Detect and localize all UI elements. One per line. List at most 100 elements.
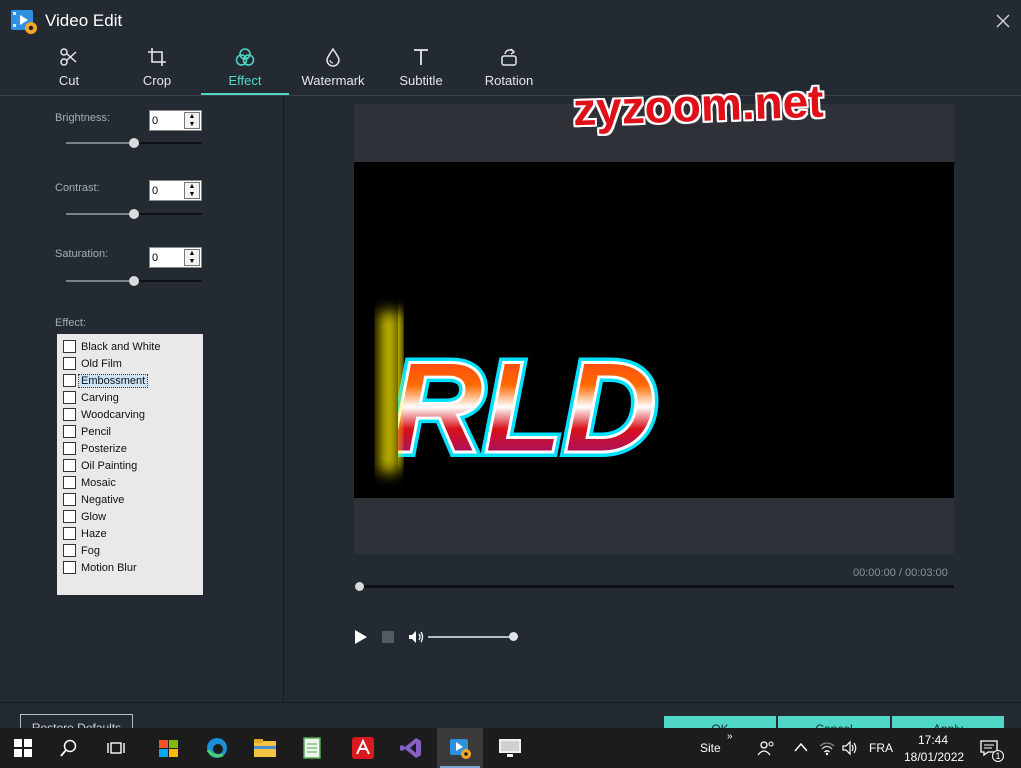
taskbar-app-explorer[interactable] (242, 728, 288, 768)
spin-up-icon[interactable]: ▲ (185, 113, 199, 121)
effect-item-fog[interactable]: Fog (57, 542, 203, 559)
effect-item-label: Posterize (81, 442, 127, 455)
volume-icon[interactable] (408, 630, 426, 644)
tab-rotation[interactable]: Rotation (465, 42, 553, 95)
effect-item-label: Haze (81, 527, 107, 540)
effect-item-carving[interactable]: Carving (57, 389, 203, 406)
saturation-slider[interactable] (66, 275, 202, 287)
chevron-up-icon[interactable] (794, 742, 808, 752)
brightness-spin-arrows[interactable]: ▲ ▼ (184, 112, 200, 129)
effect-item-oil-painting[interactable]: Oil Painting (57, 457, 203, 474)
clock-date[interactable]: 18/01/2022 (904, 750, 964, 764)
slider-track-empty (134, 213, 202, 215)
effect-item-label: Old Film (81, 357, 122, 370)
effect-item-woodcarving[interactable]: Woodcarving (57, 406, 203, 423)
effect-checkbox[interactable] (63, 459, 76, 472)
tab-label: Crop (142, 73, 172, 88)
effect-checkbox[interactable] (63, 408, 76, 421)
video-edit-app-icon (11, 10, 37, 34)
windows-logo-icon (14, 739, 32, 757)
speaker-icon[interactable] (842, 740, 858, 756)
tab-crop[interactable]: Crop (113, 42, 201, 95)
taskbar-app-acrobat[interactable] (340, 728, 386, 768)
contrast-spin-arrows[interactable]: ▲ ▼ (184, 182, 200, 199)
contrast-spinbox[interactable]: ▲▼ (149, 180, 202, 201)
play-icon[interactable] (354, 629, 368, 645)
tab-label: Cut (58, 73, 80, 88)
effect-checkbox[interactable] (63, 340, 76, 353)
brightness-spinbox[interactable]: ▲▼ (149, 110, 202, 131)
language-indicator[interactable]: FRA (869, 741, 893, 755)
taskbar-app-video-edit[interactable] (437, 728, 483, 768)
spin-up-icon[interactable]: ▲ (185, 250, 199, 258)
saturation-label: Saturation: (55, 248, 109, 260)
video-preview: RLD RLD (354, 104, 954, 554)
wifi-icon[interactable] (819, 740, 835, 756)
effect-checkbox[interactable] (63, 544, 76, 557)
chevron-up-small-icon[interactable]: » (727, 731, 733, 742)
effect-item-pencil[interactable]: Pencil (57, 423, 203, 440)
saturation-spinbox[interactable]: ▲▼ (149, 247, 202, 268)
taskbar-app-edge[interactable] (194, 728, 240, 768)
clock-time[interactable]: 17:44 (918, 733, 948, 747)
slider-thumb[interactable] (129, 276, 139, 286)
effect-item-old-film[interactable]: Old Film (57, 355, 203, 372)
tab-subtitle[interactable]: Subtitle (377, 42, 465, 95)
spin-down-icon[interactable]: ▼ (185, 258, 199, 266)
brightness-slider[interactable] (66, 137, 202, 149)
start-button[interactable] (0, 728, 46, 768)
taskbar-app-notepad[interactable] (290, 728, 336, 768)
site-label[interactable]: Site (700, 741, 721, 755)
effect-item-glow[interactable]: Glow (57, 508, 203, 525)
effect-item-motion-blur[interactable]: Motion Blur (57, 559, 203, 576)
effect-item-haze[interactable]: Haze (57, 525, 203, 542)
slider-thumb[interactable] (129, 209, 139, 219)
tab-cut[interactable]: Cut (25, 42, 113, 95)
effect-item-negative[interactable]: Negative (57, 491, 203, 508)
search-button[interactable] (46, 728, 92, 768)
effect-item-mosaic[interactable]: Mosaic (57, 474, 203, 491)
effect-list[interactable]: Black and White Old Film Embossment Carving… (57, 334, 203, 595)
effect-item-posterize[interactable]: Posterize (57, 440, 203, 457)
close-icon[interactable] (994, 12, 1012, 30)
effect-checkbox[interactable] (63, 527, 76, 540)
timeline-slider[interactable] (355, 582, 954, 591)
effect-checkbox[interactable] (63, 493, 76, 506)
effect-checkbox[interactable] (63, 374, 76, 387)
effect-item-embossment[interactable]: Embossment (57, 372, 203, 389)
effect-checkbox[interactable] (63, 391, 76, 404)
slider-track-filled (66, 213, 134, 215)
spin-up-icon[interactable]: ▲ (185, 183, 199, 191)
spin-down-icon[interactable]: ▼ (185, 191, 199, 199)
effect-checkbox[interactable] (63, 561, 76, 574)
saturation-spin-arrows[interactable]: ▲ ▼ (184, 249, 200, 266)
contrast-input[interactable] (152, 183, 182, 198)
people-icon[interactable] (757, 740, 775, 756)
effect-checkbox[interactable] (63, 510, 76, 523)
effect-checkbox[interactable] (63, 476, 76, 489)
taskbar-app-remote-desktop[interactable] (487, 728, 533, 768)
contrast-slider[interactable] (66, 208, 202, 220)
tab-effect[interactable]: Effect (201, 42, 289, 95)
notification-badge: 1 (992, 750, 1004, 762)
task-view-button[interactable] (93, 728, 139, 768)
timeline-track (355, 585, 954, 588)
effect-item-label: Glow (81, 510, 107, 523)
volume-slider[interactable] (428, 632, 518, 642)
volume-thumb[interactable] (509, 632, 518, 641)
taskbar-app-visual-studio[interactable] (388, 728, 434, 768)
saturation-input[interactable] (152, 250, 182, 265)
spin-down-icon[interactable]: ▼ (185, 121, 199, 129)
stop-icon[interactable] (382, 631, 394, 643)
slider-thumb[interactable] (129, 138, 139, 148)
effect-item-black-and-white[interactable]: Black and White (57, 338, 203, 355)
effect-checkbox[interactable] (63, 357, 76, 370)
brightness-label: Brightness: (55, 112, 111, 124)
effect-checkbox[interactable] (63, 425, 76, 438)
taskbar-app-windows-media[interactable] (146, 728, 192, 768)
tab-watermark[interactable]: Watermark (289, 42, 377, 95)
effect-checkbox[interactable] (63, 442, 76, 455)
timeline-thumb[interactable] (355, 582, 364, 591)
brightness-input[interactable] (152, 113, 182, 128)
video-frame[interactable]: RLD RLD (354, 162, 954, 498)
